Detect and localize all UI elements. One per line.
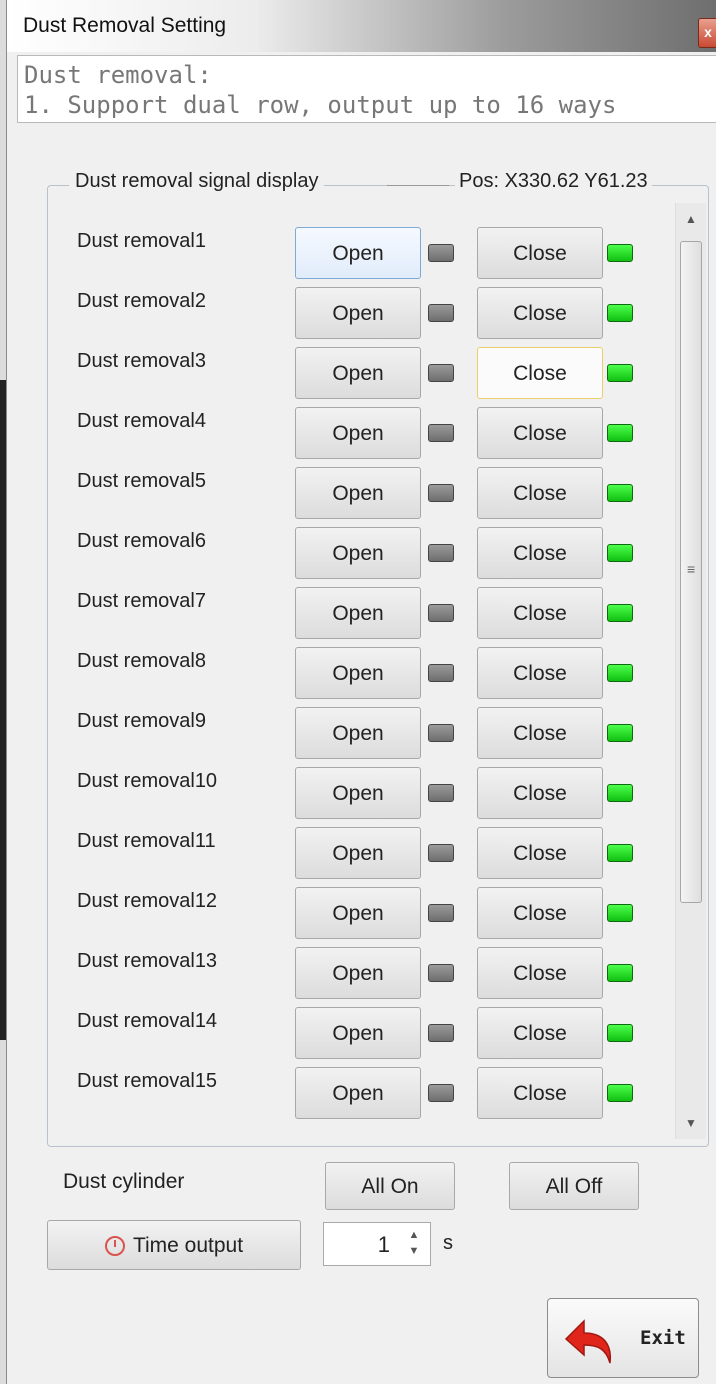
time-value-spinbox[interactable]: 1 ▲ ▼ <box>323 1222 431 1266</box>
dust-removal-label: Dust removal11 <box>77 830 216 852</box>
group-divider <box>387 185 449 186</box>
open-status-led-icon <box>428 544 454 562</box>
open-status-led-icon <box>428 784 454 802</box>
dust-removal-label: Dust removal4 <box>77 410 206 432</box>
dust-removal-label: Dust removal1 <box>77 230 206 252</box>
position-readout: Pos: X330.62 Y61.23 <box>455 170 652 193</box>
dust-removal-row: Dust removal12 Open Close <box>55 870 669 939</box>
dust-removal-row: Dust removal7 Open Close <box>55 570 669 639</box>
dust-removal-row: Dust removal11 Open Close <box>55 810 669 879</box>
open-status-led-icon <box>428 364 454 382</box>
dust-removal-label: Dust removal5 <box>77 470 206 492</box>
dust-removal-row: Dust removal6 Open Close <box>55 510 669 579</box>
list-scrollbar[interactable]: ▲ ≡ ▼ <box>675 203 706 1139</box>
close-status-led-icon <box>607 244 633 262</box>
open-status-led-icon <box>428 844 454 862</box>
open-status-led-icon <box>428 604 454 622</box>
dust-removal-label: Dust removal7 <box>77 590 206 612</box>
dust-removal-row: Dust removal2 Open Close <box>55 270 669 339</box>
dust-removal-row: Dust removal14 Open Close <box>55 990 669 1059</box>
open-status-led-icon <box>428 1024 454 1042</box>
dust-removal-label: Dust removal12 <box>77 890 218 912</box>
close-status-led-icon <box>607 724 633 742</box>
close-status-led-icon <box>607 364 633 382</box>
all-off-button[interactable]: All Off <box>509 1162 639 1210</box>
close-button[interactable]: Close <box>477 1067 603 1119</box>
close-status-led-icon <box>607 904 633 922</box>
time-value: 1 <box>377 1232 390 1257</box>
signal-group-label: Dust removal signal display <box>69 170 325 193</box>
dust-removal-label: Dust removal14 <box>77 1010 218 1032</box>
close-status-led-icon <box>607 304 633 322</box>
dust-removal-label: Dust removal6 <box>77 530 206 552</box>
open-status-led-icon <box>428 904 454 922</box>
dust-removal-row: Dust removal1 Open Close <box>55 210 669 279</box>
close-status-led-icon <box>607 964 633 982</box>
dust-removal-label: Dust removal3 <box>77 350 206 372</box>
dust-removal-row: Dust removal15 Open Close <box>55 1050 669 1119</box>
info-text-box: Dust removal: 1. Support dual row, outpu… <box>17 55 716 123</box>
scroll-thumb[interactable]: ≡ <box>680 241 702 903</box>
open-status-led-icon <box>428 304 454 322</box>
all-on-button[interactable]: All On <box>325 1162 455 1210</box>
dust-removal-row: Dust removal3 Open Close <box>55 330 669 399</box>
close-status-led-icon <box>607 844 633 862</box>
info-line-1: Dust removal: <box>24 61 212 89</box>
open-status-led-icon <box>428 484 454 502</box>
dust-removal-label: Dust removal9 <box>77 710 206 732</box>
open-status-led-icon <box>428 664 454 682</box>
dust-removal-list: Dust removal1 Open Close Dust removal2 Open C… <box>55 210 669 1142</box>
dust-removal-label: Dust removal10 <box>77 770 218 792</box>
close-status-led-icon <box>607 1024 633 1042</box>
close-status-led-icon <box>607 544 633 562</box>
scroll-up-arrow-icon[interactable]: ▲ <box>676 205 706 233</box>
dust-removal-label: Dust removal2 <box>77 290 206 312</box>
exit-label: Exit <box>640 1327 686 1349</box>
time-output-label: Time output <box>132 1234 244 1257</box>
clock-icon <box>104 1236 125 1256</box>
window-title: Dust Removal Setting <box>23 14 227 37</box>
close-status-led-icon <box>607 1084 633 1102</box>
close-window-button[interactable]: x <box>698 18 716 48</box>
dust-removal-label: Dust removal15 <box>77 1070 218 1092</box>
close-status-led-icon <box>607 664 633 682</box>
back-arrow-icon <box>564 1319 612 1364</box>
dust-removal-row: Dust removal9 Open Close <box>55 690 669 759</box>
dust-removal-row: Dust removal4 Open Close <box>55 390 669 459</box>
dust-removal-label: Dust removal8 <box>77 650 206 672</box>
close-status-led-icon <box>607 424 633 442</box>
dust-removal-row: Dust removal10 Open Close <box>55 750 669 819</box>
open-status-led-icon <box>428 724 454 742</box>
info-line-2: 1. Support dual row, output up to 16 way… <box>24 91 617 119</box>
open-status-led-icon <box>428 1084 454 1102</box>
scroll-down-arrow-icon[interactable]: ▼ <box>676 1109 706 1137</box>
dust-cylinder-label: Dust cylinder <box>63 1170 185 1193</box>
dust-removal-row: Dust removal13 Open Close <box>55 930 669 999</box>
open-status-led-icon <box>428 964 454 982</box>
dust-removal-row: Dust removal5 Open Close <box>55 450 669 519</box>
close-status-led-icon <box>607 604 633 622</box>
close-status-led-icon <box>607 484 633 502</box>
time-output-button[interactable]: Time output <box>47 1220 301 1270</box>
grip-icon: ≡ <box>687 561 696 577</box>
close-status-led-icon <box>607 784 633 802</box>
dust-removal-label: Dust removal13 <box>77 950 218 972</box>
dust-removal-row: Dust removal8 Open Close <box>55 630 669 699</box>
dust-removal-dialog: Dust Removal Setting x Dust removal: 1. … <box>6 0 716 1384</box>
open-status-led-icon <box>428 244 454 262</box>
spin-arrows-icon[interactable]: ▲ ▼ <box>404 1227 424 1261</box>
title-bar[interactable]: Dust Removal Setting x <box>7 0 716 52</box>
time-unit: s <box>443 1232 453 1254</box>
open-button[interactable]: Open <box>295 1067 421 1119</box>
open-status-led-icon <box>428 424 454 442</box>
exit-button[interactable]: Exit <box>547 1298 699 1378</box>
